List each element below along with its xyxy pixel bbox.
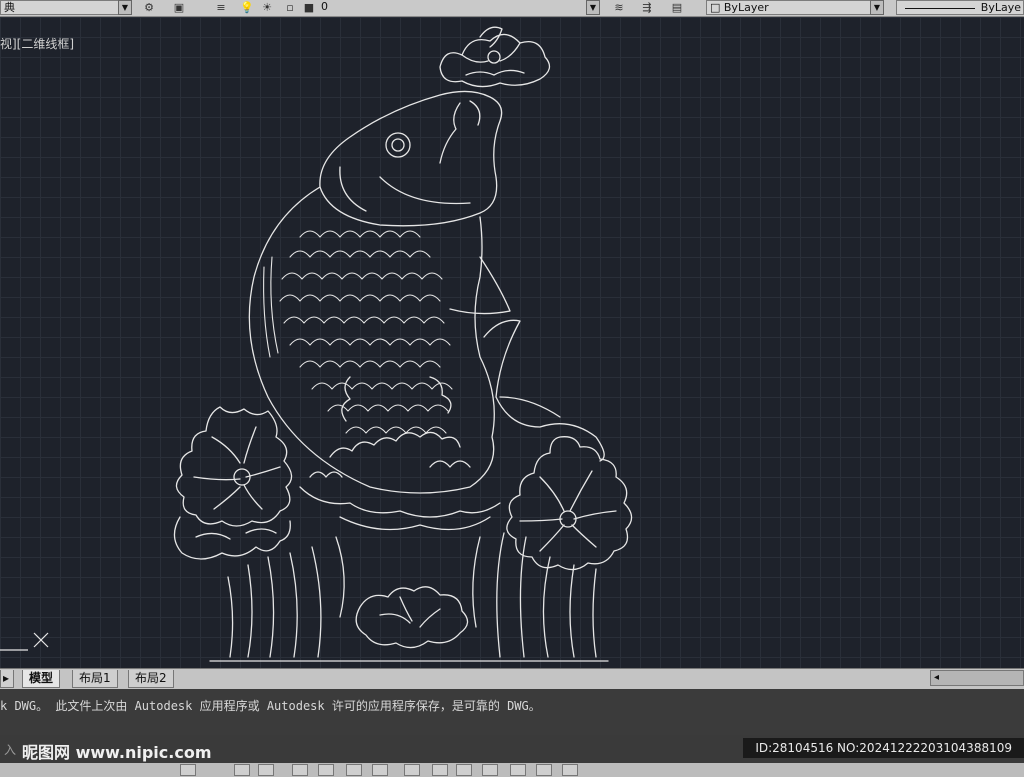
text-style-value: 典 xyxy=(4,1,15,14)
ortho-button[interactable] xyxy=(258,764,274,776)
linetype-dropdown[interactable]: ByLaye xyxy=(896,0,1024,15)
sun-icon[interactable]: ☀ xyxy=(260,1,274,14)
dyn-button[interactable] xyxy=(404,764,420,776)
extra-button[interactable] xyxy=(562,764,578,776)
fish-scales xyxy=(263,230,453,434)
left-lotus-flowers xyxy=(173,406,293,560)
tab-model[interactable]: 模型 xyxy=(22,670,61,688)
ucs-icon xyxy=(0,632,49,651)
linetype-value: ByLaye xyxy=(980,1,1021,14)
workspace-icon[interactable]: ▣ xyxy=(172,1,186,14)
layer-prev-icon[interactable]: ⇶ xyxy=(640,1,654,14)
otrack-button[interactable] xyxy=(346,764,362,776)
color-square-icon[interactable]: ■ xyxy=(302,1,316,14)
polar-button[interactable] xyxy=(292,764,308,776)
text-style-dropdown[interactable]: 典 xyxy=(0,0,120,15)
drawing-viewport[interactable]: 视][二维线框] xyxy=(0,17,1024,668)
ducs-button[interactable] xyxy=(372,764,388,776)
color-dropdown[interactable]: □ ByLayer xyxy=(706,0,884,15)
match-prop-icon[interactable]: ≋ xyxy=(612,1,626,14)
lightbulb-icon[interactable]: 💡 xyxy=(240,1,254,14)
horizontal-scrollbar[interactable]: ◂ xyxy=(930,670,1024,686)
gear-icon[interactable]: ⚙ xyxy=(142,1,156,14)
command-prompt: 入 xyxy=(4,743,17,757)
koi-lotus-drawing xyxy=(0,26,633,662)
bottom-lotus xyxy=(355,586,469,649)
sc-button[interactable] xyxy=(510,764,526,776)
layer-dropdown-arrow[interactable]: ▼ xyxy=(586,0,600,15)
status-bar xyxy=(0,763,1024,777)
layer-value: 0 xyxy=(321,0,328,13)
fish-head xyxy=(319,90,503,227)
color-dropdown-arrow[interactable]: ▼ xyxy=(870,0,884,15)
lwt-button[interactable] xyxy=(432,764,448,776)
command-line-history: k DWG。 此文件上次由 Autodesk 应用程序或 Autodesk 许可… xyxy=(0,689,1024,735)
am-button[interactable] xyxy=(536,764,552,776)
watermark-id: ID:28104516 NO:20241222203104388109 xyxy=(743,738,1024,758)
grid-button[interactable] xyxy=(234,764,250,776)
base-streams xyxy=(227,516,597,658)
lock-icon[interactable]: ▫ xyxy=(283,1,297,14)
waves-splash xyxy=(299,376,501,518)
linetype-sample xyxy=(904,7,975,9)
osnap-button[interactable] xyxy=(318,764,334,776)
layout-tab-bar: ▸ 模型 布局1 布局2 ◂ xyxy=(0,668,1024,689)
layer-state-icon[interactable]: ▤ xyxy=(670,1,684,14)
top-toolbar: 典 ▼ ⚙ ▣ ≡ 💡 ☀ ▫ ■ 0 ▼ ≋ ⇶ ▤ □ ByLayer ▼ … xyxy=(0,0,1024,17)
command-input-area[interactable]: 入 昵图网 www.nipic.com ID:28104516 NO:20241… xyxy=(0,735,1024,763)
right-lotus-flowers xyxy=(506,436,633,571)
color-value: ByLayer xyxy=(723,1,769,14)
text-style-dropdown-arrow[interactable]: ▼ xyxy=(118,0,132,15)
tpy-button[interactable] xyxy=(456,764,472,776)
snap-button[interactable] xyxy=(180,764,196,776)
layer-props-icon[interactable]: ≡ xyxy=(214,1,228,14)
top-lotus-flower xyxy=(439,26,551,88)
tab-layout1[interactable]: 布局1 xyxy=(72,670,118,688)
tab-nav-arrows[interactable]: ▸ xyxy=(0,670,14,688)
tab-layout2[interactable]: 布局2 xyxy=(128,670,174,688)
layer-dropdown[interactable]: 0 xyxy=(318,0,588,15)
command-message: k DWG。 此文件上次由 Autodesk 应用程序或 Autodesk 许可… xyxy=(0,699,541,713)
watermark-site: 昵图网 www.nipic.com xyxy=(22,743,212,762)
scroll-left-icon[interactable]: ◂ xyxy=(934,671,939,685)
color-square-small-icon: □ xyxy=(710,1,724,14)
qp-button[interactable] xyxy=(482,764,498,776)
